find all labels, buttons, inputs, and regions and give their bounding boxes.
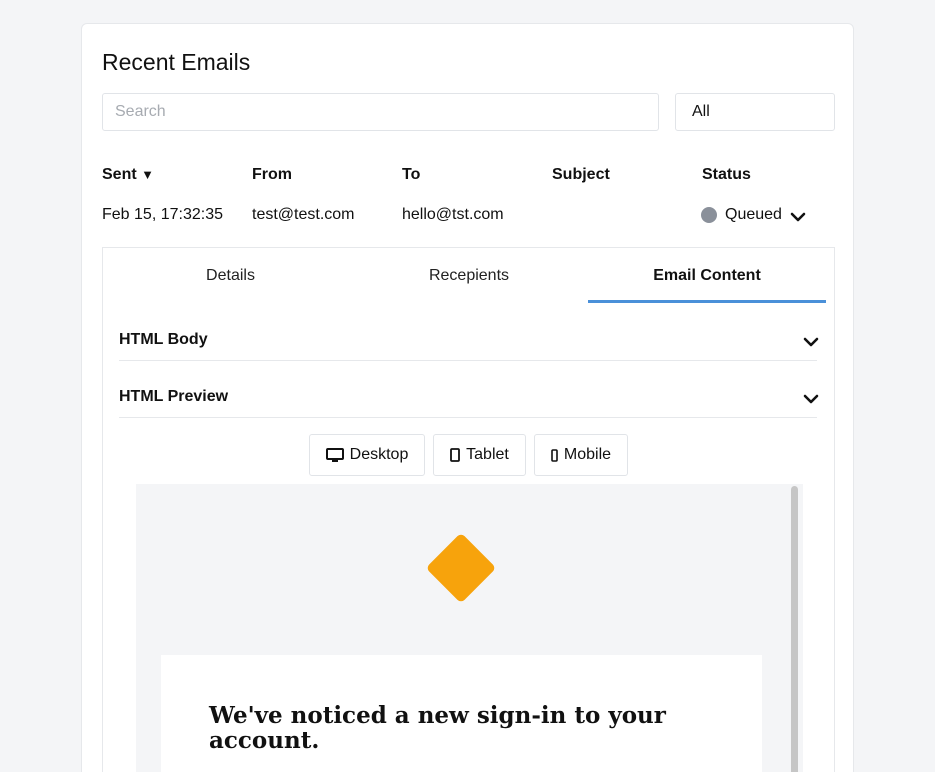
sort-descending-icon: ▼ xyxy=(141,167,154,182)
accordion-html-preview-label: HTML Preview xyxy=(119,388,229,405)
column-header-to: To xyxy=(402,166,421,183)
mobile-icon xyxy=(551,448,558,462)
tab-email-content[interactable]: Email Content xyxy=(588,248,826,304)
email-detail-panel: Details Recepients Email Content HTML Bo… xyxy=(102,247,835,772)
row-to: hello@tst.com xyxy=(402,206,504,223)
tablet-view-label: Tablet xyxy=(466,446,509,463)
accordion-html-preview[interactable]: HTML Preview xyxy=(119,361,819,418)
column-header-sent[interactable]: Sent ▼ xyxy=(102,166,154,184)
email-body-card: We've noticed a new sign-in to your acco… xyxy=(161,655,762,772)
preview-scrollbar[interactable] xyxy=(791,486,798,772)
recent-emails-card: Recent Emails All Sent ▼ From To Subject… xyxy=(81,23,854,772)
html-preview-frame[interactable]: We've noticed a new sign-in to your acco… xyxy=(136,484,803,772)
tablet-icon xyxy=(450,448,461,462)
status-dot-icon xyxy=(701,207,717,223)
tablet-view-button[interactable]: Tablet xyxy=(433,434,526,476)
accordion-html-body[interactable]: HTML Body xyxy=(119,304,819,361)
mobile-view-label: Mobile xyxy=(563,446,612,463)
column-header-from: From xyxy=(252,166,292,183)
page-title: Recent Emails xyxy=(102,49,251,75)
desktop-view-label: Desktop xyxy=(349,446,409,463)
accordion-html-body-label: HTML Body xyxy=(119,331,208,348)
desktop-icon xyxy=(325,447,344,462)
tab-recipients[interactable]: Recepients xyxy=(350,248,588,304)
chevron-down-icon xyxy=(803,394,819,404)
active-tab-indicator xyxy=(588,300,826,303)
status-filter-select[interactable]: All xyxy=(675,93,835,131)
row-sent: Feb 15, 17:32:35 xyxy=(102,206,223,223)
column-header-subject: Subject xyxy=(552,166,610,183)
status-badge: Queued xyxy=(725,206,782,223)
mobile-view-button[interactable]: Mobile xyxy=(534,434,628,476)
brand-logo-icon xyxy=(425,532,497,604)
email-heading: We've noticed a new sign-in to your acco… xyxy=(209,702,666,754)
tab-details[interactable]: Details xyxy=(103,248,358,304)
column-header-status: Status xyxy=(702,166,751,183)
row-from: test@test.com xyxy=(252,206,355,223)
column-header-sent-label: Sent xyxy=(102,166,137,183)
chevron-down-icon[interactable] xyxy=(790,209,806,225)
search-input[interactable] xyxy=(102,93,659,131)
chevron-down-icon xyxy=(803,337,819,347)
desktop-view-button[interactable]: Desktop xyxy=(309,434,425,476)
